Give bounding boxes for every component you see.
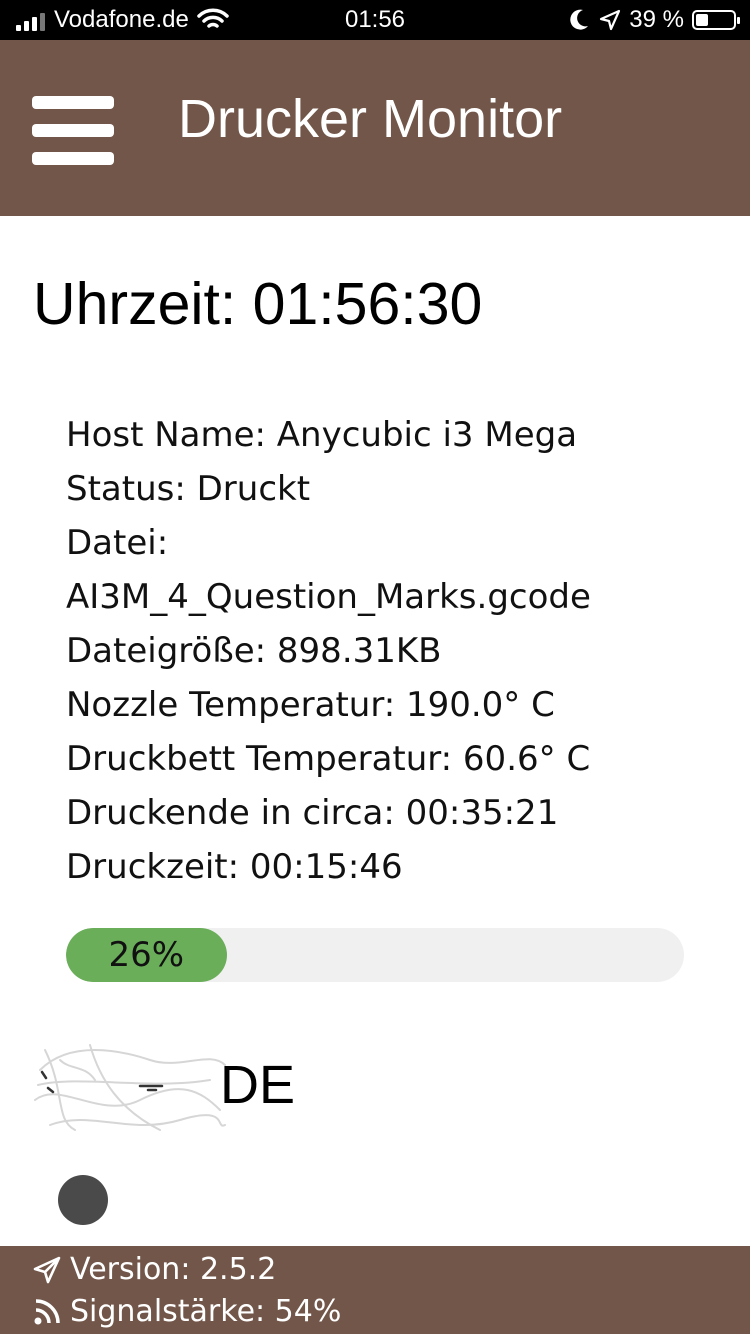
nozzle-temperature: Nozzle Temperatur: 190.0° C — [66, 685, 555, 725]
print-elapsed: Druckzeit: 00:15:46 — [66, 847, 403, 887]
location-arrow-icon — [600, 9, 621, 31]
bed-temperature: Druckbett Temperatur: 60.6° C — [66, 739, 591, 779]
ios-status-bar: Vodafone.de 01:56 39 % — [0, 0, 750, 40]
redacted-scribble — [34, 1044, 226, 1131]
app-footer: Version: 2.5.2 Signalstärke: 54% — [0, 1246, 750, 1334]
file-name: AI3M_4_Question_Marks.gcode — [66, 577, 591, 617]
progress-fill: 26% — [66, 928, 227, 982]
current-time: Uhrzeit: 01:56:30 — [33, 271, 483, 337]
battery-icon — [692, 10, 740, 30]
file-label: Datei: — [66, 523, 169, 563]
paper-plane-icon — [33, 1256, 61, 1283]
country-code: DE — [220, 1055, 296, 1115]
moon-icon — [570, 9, 589, 30]
connection-status-dot — [58, 1175, 108, 1225]
progress-label: 26% — [108, 935, 185, 975]
print-status: Status: Druckt — [66, 469, 311, 509]
country-indicator: DE — [30, 1030, 295, 1140]
signal-row: Signalstärke: 54% — [32, 1294, 341, 1329]
version-text: Version: 2.5.2 — [70, 1252, 277, 1287]
battery-percent: 39 % — [629, 6, 684, 33]
version-row: Version: 2.5.2 — [32, 1252, 276, 1287]
rss-signal-icon — [34, 1298, 60, 1324]
app-title: Drucker Monitor — [178, 89, 563, 149]
file-size: Dateigröße: 898.31KB — [66, 631, 442, 671]
menu-icon[interactable] — [32, 96, 114, 166]
print-eta: Druckende in circa: 00:35:21 — [66, 793, 559, 833]
app-header: Drucker Monitor — [0, 40, 750, 216]
signal-text: Signalstärke: 54% — [70, 1294, 342, 1329]
printer-info: Host Name: Anycubic i3 Mega Status: Druc… — [66, 408, 706, 894]
print-progress-bar: 26% — [66, 928, 684, 982]
host-name: Host Name: Anycubic i3 Mega — [66, 415, 578, 455]
